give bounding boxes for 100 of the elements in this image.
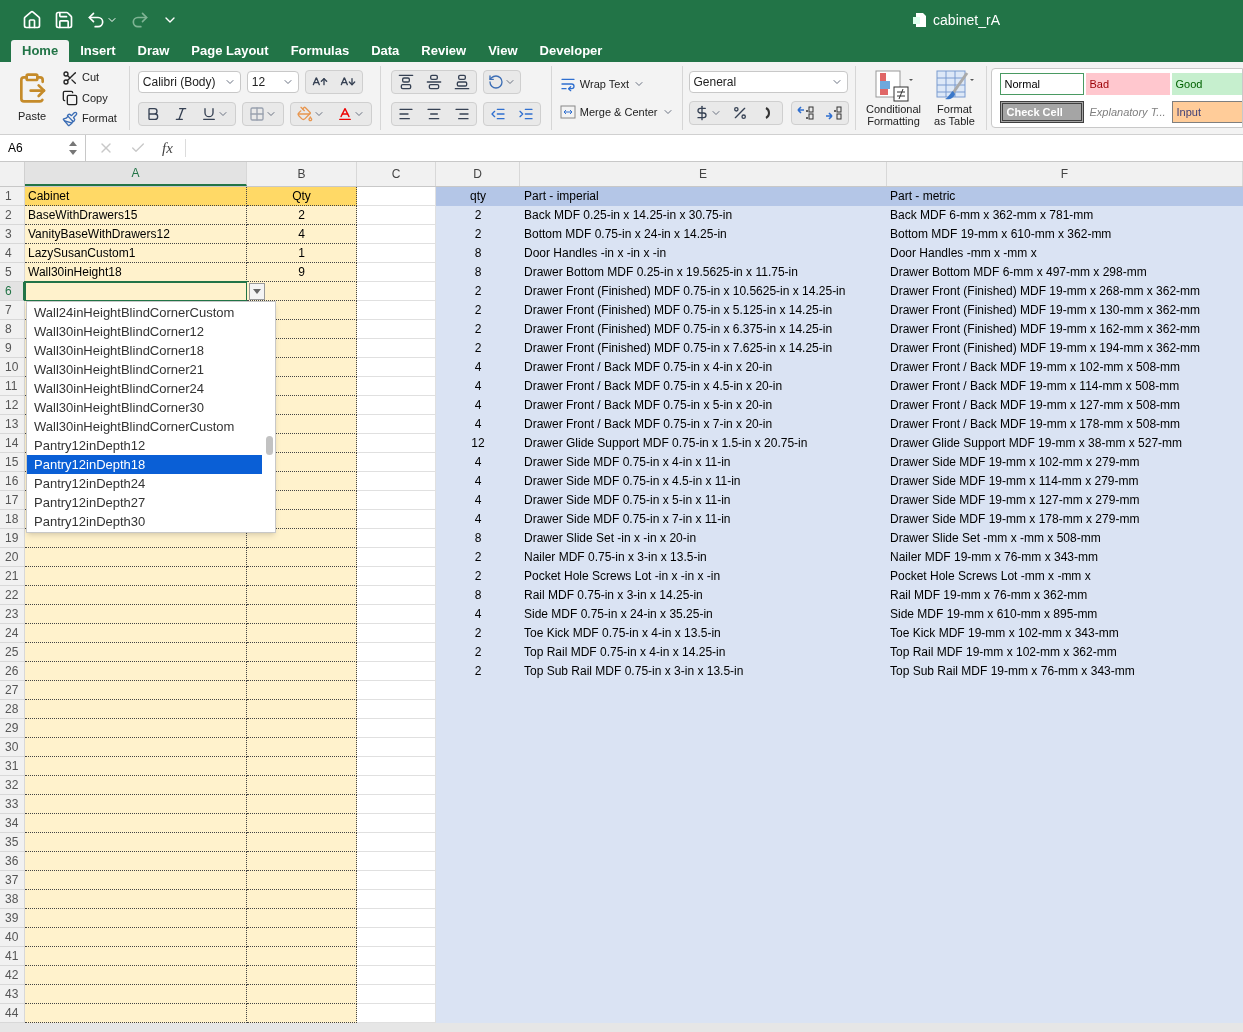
row-header[interactable]: 28 <box>0 700 25 719</box>
table-cell[interactable]: Pocket Hole Screws Lot -mm x -mm x <box>887 567 1243 586</box>
row-header[interactable]: 9 <box>0 339 25 358</box>
table-cell[interactable]: Drawer Side MDF 0.75-in x 5-in x 11-in <box>520 491 887 510</box>
table-cell[interactable]: 4 <box>436 510 520 529</box>
table-cell[interactable] <box>247 548 357 567</box>
wrap-text-button[interactable]: Wrap Text <box>559 75 674 92</box>
table-cell[interactable]: Top Sub Rail MDF 19-mm x 76-mm x 343-mm <box>887 662 1243 681</box>
table-cell[interactable]: Drawer Front (Finished) MDF 19-mm x 130-mm x 362-mm <box>887 301 1243 320</box>
row-header[interactable]: 42 <box>0 966 25 985</box>
table-cell[interactable] <box>247 928 357 947</box>
column-header[interactable]: A <box>25 162 247 186</box>
table-cell[interactable] <box>247 909 357 928</box>
dropdown-item[interactable]: Wall30inHeightBlindCorner30 <box>27 398 262 417</box>
dropdown-button[interactable] <box>249 283 265 300</box>
format-as-table-button[interactable]: Format as Table <box>931 69 978 127</box>
row-header[interactable]: 24 <box>0 624 25 643</box>
table-cell[interactable]: Drawer Front / Back MDF 19-mm x 102-mm x 508-mm <box>887 358 1243 377</box>
table-cell[interactable]: Bottom MDF 19-mm x 610-mm x 362-mm <box>887 225 1243 244</box>
table-cell[interactable]: 1 <box>247 244 357 263</box>
ribbon-tab[interactable]: View <box>477 40 529 62</box>
undo-icon[interactable] <box>86 10 106 30</box>
table-cell[interactable] <box>247 738 357 757</box>
table-cell[interactable] <box>25 662 247 681</box>
table-cell[interactable] <box>247 985 357 1004</box>
table-cell[interactable]: Drawer Front (Finished) MDF 0.75-in x 5.125-in x 14.25-in <box>520 301 887 320</box>
ribbon-tab[interactable]: Draw <box>126 40 181 62</box>
table-cell[interactable] <box>247 890 357 909</box>
table-cell[interactable]: 2 <box>436 643 520 662</box>
table-cell[interactable]: Drawer Front / Back MDF 19-mm x 127-mm x 508-mm <box>887 396 1243 415</box>
table-cell[interactable]: 2 <box>436 206 520 225</box>
table-cell[interactable]: 2 <box>436 624 520 643</box>
font-name-field[interactable]: Calibri (Body) <box>137 71 241 93</box>
row-header[interactable]: 18 <box>0 510 25 529</box>
table-cell[interactable]: Drawer Side MDF 19-mm x 114-mm x 279-mm <box>887 472 1243 491</box>
table-cell[interactable] <box>25 681 247 700</box>
name-box[interactable]: A6 <box>0 135 86 161</box>
table-cell[interactable]: 8 <box>436 263 520 282</box>
dropdown-item[interactable]: Wall30inHeightBlindCorner18 <box>27 341 262 360</box>
table-cell[interactable]: qty <box>436 187 520 206</box>
row-header[interactable]: 10 <box>0 358 25 377</box>
table-cell[interactable]: 2 <box>436 282 520 301</box>
table-cell[interactable] <box>247 833 357 852</box>
column-header[interactable]: E <box>520 162 887 186</box>
table-cell[interactable]: 4 <box>436 377 520 396</box>
table-cell[interactable]: Toe Kick MDF 0.75-in x 4-in x 13.5-in <box>520 624 887 643</box>
table-cell[interactable]: Drawer Front / Back MDF 0.75-in x 4.5-in x 20-in <box>520 377 887 396</box>
table-cell[interactable]: BaseWithDrawers15 <box>25 206 247 225</box>
table-cell[interactable] <box>25 700 247 719</box>
table-cell[interactable]: 4 <box>436 415 520 434</box>
table-cell[interactable]: Bottom MDF 0.75-in x 24-in x 14.25-in <box>520 225 887 244</box>
dropdown-item[interactable]: Pantry12inDepth12 <box>27 436 262 455</box>
number-format-field[interactable]: General <box>688 71 848 93</box>
table-cell[interactable]: 8 <box>436 244 520 263</box>
table-cell[interactable] <box>247 947 357 966</box>
row-header[interactable]: 12 <box>0 396 25 415</box>
table-cell[interactable] <box>247 529 357 548</box>
table-cell[interactable] <box>247 966 357 985</box>
row-header[interactable]: 26 <box>0 662 25 681</box>
table-cell[interactable] <box>25 966 247 985</box>
table-cell[interactable] <box>247 795 357 814</box>
table-cell[interactable]: 2 <box>436 662 520 681</box>
cell-style-option[interactable]: Normal <box>999 73 1084 95</box>
table-cell[interactable]: 4 <box>247 225 357 244</box>
row-header[interactable]: 30 <box>0 738 25 757</box>
row-header[interactable]: 2 <box>0 206 25 225</box>
format-painter-button[interactable]: Format <box>62 110 117 127</box>
ribbon-tab[interactable]: Home <box>11 40 70 62</box>
cell-style-option[interactable]: Good <box>1171 73 1242 95</box>
table-cell[interactable] <box>247 871 357 890</box>
row-header[interactable]: 16 <box>0 472 25 491</box>
row-header[interactable]: 7 <box>0 301 25 320</box>
row-header[interactable]: 20 <box>0 548 25 567</box>
row-header[interactable]: 17 <box>0 491 25 510</box>
row-header[interactable]: 23 <box>0 605 25 624</box>
dropdown-item[interactable]: Pantry12inDepth27 <box>27 493 262 512</box>
ribbon-tab[interactable]: Data <box>360 40 411 62</box>
table-cell[interactable]: LazySusanCustom1 <box>25 244 247 263</box>
column-header[interactable]: C <box>357 162 436 186</box>
font-size-field[interactable]: 12 <box>246 71 299 93</box>
table-cell[interactable]: 2 <box>436 339 520 358</box>
table-cell[interactable]: 4 <box>436 396 520 415</box>
row-header[interactable]: 5 <box>0 263 25 282</box>
table-cell[interactable]: Top Sub Rail MDF 0.75-in x 3-in x 13.5-in <box>520 662 887 681</box>
table-cell[interactable]: Pocket Hole Screws Lot -in x -in x -in <box>520 567 887 586</box>
row-header[interactable]: 22 <box>0 586 25 605</box>
table-cell[interactable]: Drawer Side MDF 0.75-in x 7-in x 11-in <box>520 510 887 529</box>
row-header[interactable]: 25 <box>0 643 25 662</box>
table-cell[interactable]: Door Handles -in x -in x -in <box>520 244 887 263</box>
table-cell[interactable] <box>25 833 247 852</box>
table-cell[interactable] <box>247 700 357 719</box>
table-cell[interactable] <box>25 643 247 662</box>
table-cell[interactable] <box>25 985 247 1004</box>
table-cell[interactable] <box>25 624 247 643</box>
table-cell[interactable]: 8 <box>436 586 520 605</box>
row-header[interactable]: 6 <box>0 282 25 301</box>
table-cell[interactable] <box>25 605 247 624</box>
table-cell[interactable] <box>25 586 247 605</box>
table-cell[interactable]: Drawer Front (Finished) MDF 0.75-in x 10.5625-in x 14.25-in <box>520 282 887 301</box>
ribbon-tab[interactable]: Developer <box>528 40 614 62</box>
